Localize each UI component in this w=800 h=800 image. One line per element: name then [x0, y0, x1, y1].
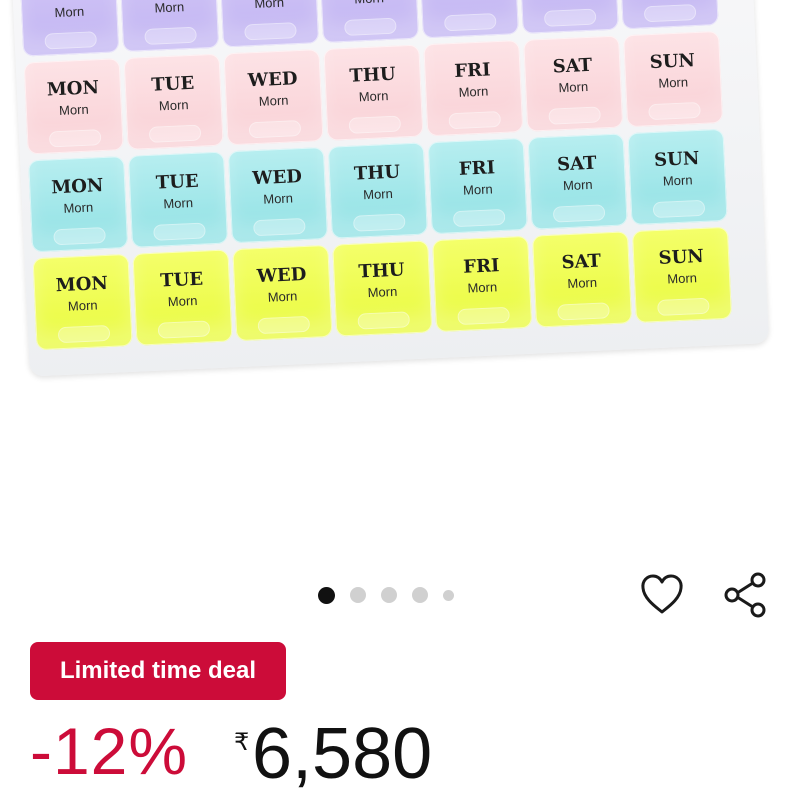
product-image[interactable]: MONMornTUEMornWEDMornTHUMornFRIMornSATMo…	[0, 0, 800, 560]
compartment-time-label: Morn	[362, 185, 394, 203]
compartment-day-label: SAT	[552, 54, 593, 78]
compartment-time-label: Morn	[262, 190, 294, 207]
compartment-time-label: Morn	[358, 88, 389, 105]
price-value: 6,580	[252, 714, 433, 794]
compartment-day-label: SUN	[649, 50, 696, 74]
compartment-time-label: Morn	[254, 0, 285, 11]
compartment-time-label: Morn	[367, 283, 398, 301]
compartment-time-label: Morn	[321, 0, 418, 8]
pill-compartment: FRIMorn	[418, 0, 519, 39]
compartment-time-label: Morn	[666, 270, 698, 287]
pill-compartment: THUMorn	[323, 44, 424, 141]
share-button[interactable]	[718, 568, 774, 624]
image-carousel-dots[interactable]	[318, 584, 469, 606]
compartment-time-label: Morn	[567, 274, 598, 292]
pill-compartment: SATMorn	[523, 35, 624, 132]
compartment-day-label: FRI	[453, 59, 492, 82]
compartment-time-label: Morn	[662, 172, 693, 189]
compartment-day-label: THU	[357, 259, 405, 283]
compartment-time-label: Morn	[154, 0, 185, 16]
compartment-time-label: Morn	[458, 83, 489, 100]
pill-compartment: SATMorn	[527, 133, 628, 230]
pill-compartment: MONMorn	[23, 58, 124, 155]
pill-compartment: SUNMorn	[631, 226, 733, 324]
compartment-day-label: MON	[50, 175, 104, 199]
compartment-day-label: TUE	[155, 170, 200, 194]
pill-compartment: SUNMorn	[623, 30, 724, 128]
compartment-day-label: WED	[251, 166, 303, 190]
pill-compartment: FRIMorn	[432, 235, 533, 333]
pill-compartment: MONMorn	[28, 156, 129, 253]
pill-compartment: TUEMorn	[132, 249, 233, 346]
pill-compartment: TUEMorn	[123, 53, 224, 150]
compartment-day-label: SAT	[561, 250, 602, 274]
discount-percentage: -12%	[30, 714, 189, 788]
compartment-day-label: FRI	[462, 255, 500, 278]
pill-compartment: FRIMorn	[427, 137, 528, 235]
pill-compartment: WEDMorn	[219, 0, 320, 48]
compartment-day-label: TUE	[150, 72, 195, 96]
currency-symbol: ₹	[234, 728, 250, 756]
pill-compartment: SUNMorn	[618, 0, 719, 30]
pill-compartment: SUNMorn	[627, 128, 728, 226]
pill-compartment: SATMorn	[518, 0, 619, 34]
carousel-dot[interactable]	[350, 587, 366, 603]
compartment-day-label: TUE	[159, 268, 204, 292]
compartment-time-label: Morn	[558, 78, 589, 96]
compartment-time-label: Morn	[58, 101, 89, 118]
compartment-day-label: SUN	[653, 147, 700, 172]
compartment-day-label: SUN	[658, 245, 705, 269]
compartment-day-label: SAT	[556, 152, 597, 176]
pill-compartment: WEDMorn	[227, 147, 328, 244]
carousel-dot-active[interactable]	[318, 586, 335, 604]
compartment-day-label: MON	[55, 272, 109, 297]
wishlist-button[interactable]	[636, 568, 688, 620]
compartment-day-label: THU	[349, 63, 397, 87]
compartment-time-label: Morn	[658, 74, 689, 91]
compartment-time-label: Morn	[63, 199, 94, 216]
compartment-time-label: Morn	[54, 3, 85, 21]
share-icon	[724, 572, 766, 618]
pill-compartment: FRIMorn	[423, 40, 524, 137]
pill-compartment: WEDMorn	[232, 244, 333, 342]
pill-compartment: MONMorn	[32, 253, 133, 351]
compartment-time-label: Morn	[421, 0, 518, 3]
carousel-dot[interactable]	[443, 589, 454, 601]
compartment-time-label: Morn	[163, 194, 194, 212]
compartment-day-label: WED	[256, 263, 307, 288]
compartment-day-label: THU	[353, 161, 401, 185]
pill-compartment: TUEMorn	[127, 151, 229, 248]
pill-compartment: THUMorn	[332, 240, 433, 337]
compartment-time-label: Morn	[67, 297, 98, 314]
carousel-dot[interactable]	[412, 587, 428, 603]
limited-time-deal-badge: Limited time deal	[30, 642, 286, 700]
compartment-day-label: MON	[46, 77, 100, 101]
compartment-time-label: Morn	[267, 288, 298, 305]
compartment-day-label: WED	[247, 68, 298, 92]
pill-compartment: SATMorn	[532, 231, 633, 328]
pill-organizer-tray: MONMornTUEMornWEDMornTHUMornFRIMornSATMo…	[10, 0, 770, 377]
pill-compartment: WEDMorn	[223, 49, 324, 146]
compartment-day-label: FRI	[458, 157, 496, 180]
compartment-time-label: Morn	[467, 279, 498, 296]
heart-outline-icon	[641, 574, 683, 614]
compartment-time-label: Morn	[158, 97, 189, 114]
compartment-time-label: Morn	[167, 292, 198, 310]
pill-compartment: TUEMorn	[119, 0, 220, 52]
carousel-dot[interactable]	[381, 587, 397, 603]
pill-compartment: THUMorn	[318, 0, 419, 43]
pill-compartment: THUMorn	[327, 142, 428, 239]
pill-compartment: MONMorn	[19, 0, 120, 57]
compartment-time-label: Morn	[562, 176, 593, 194]
compartment-time-label: Morn	[258, 92, 289, 109]
compartment-time-label: Morn	[462, 181, 494, 198]
